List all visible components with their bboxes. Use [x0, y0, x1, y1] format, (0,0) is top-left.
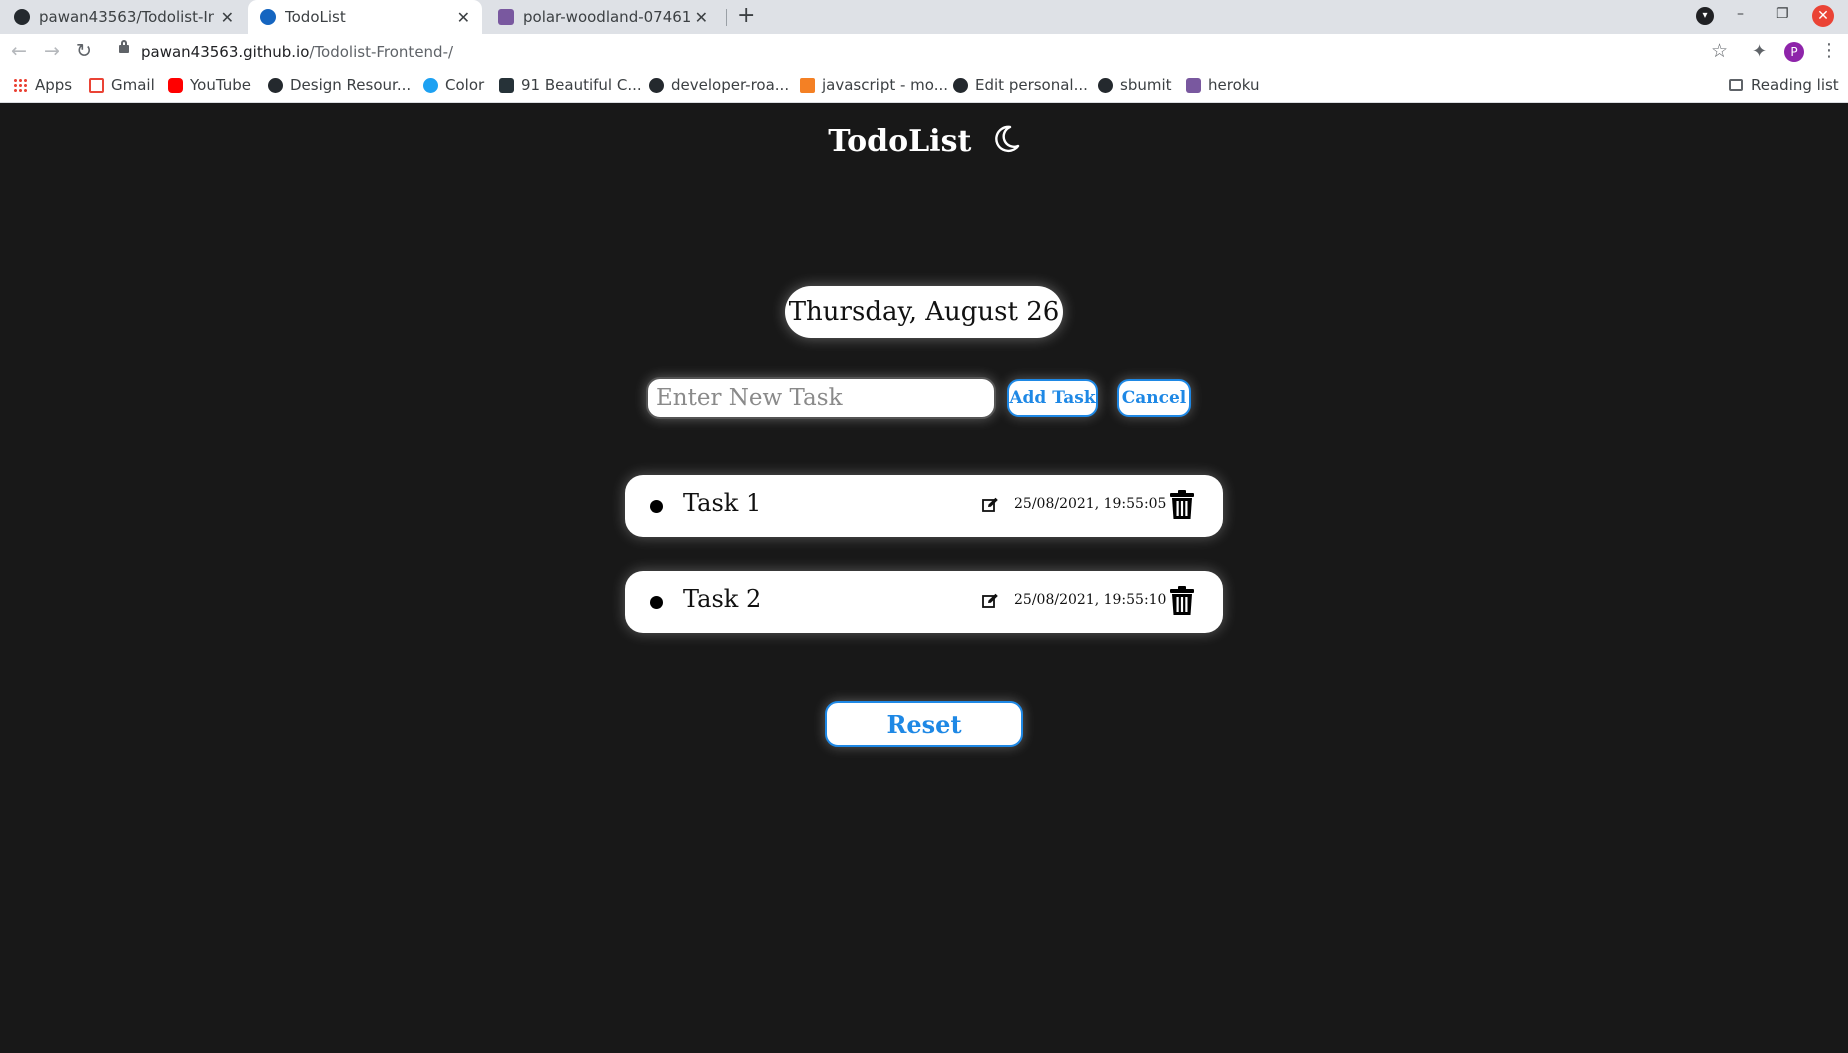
restore-icon[interactable]: ❐: [1776, 6, 1789, 22]
bookmark-91-beautiful[interactable]: 91 Beautiful C...: [499, 76, 642, 94]
tab-title: TodoList: [285, 8, 346, 26]
bookmark-label: Edit personal...: [975, 76, 1088, 94]
task-timestamp: 25/08/2021, 19:55:10: [1014, 592, 1167, 608]
edit-icon[interactable]: [982, 593, 999, 613]
app-title: TodoList: [828, 124, 972, 159]
bookmark-heroku[interactable]: heroku: [1186, 76, 1259, 94]
apps-icon: [13, 77, 28, 93]
stackoverflow-icon: [800, 77, 815, 93]
bookmark-label: Gmail: [111, 76, 155, 94]
bookmark-gmail[interactable]: Gmail: [89, 76, 155, 94]
bullet-icon: [650, 500, 663, 513]
task-timestamp: 25/08/2021, 19:55:05: [1014, 496, 1167, 512]
heroku-icon: [498, 9, 514, 25]
close-window-icon[interactable]: ✕: [1812, 5, 1834, 27]
tab-github-repo[interactable]: pawan43563/Todolist-Int ✕: [14, 0, 246, 34]
youtube-icon: [168, 77, 183, 93]
tab-title: polar-woodland-07461 · S: [523, 8, 693, 26]
close-tab-icon[interactable]: ✕: [221, 8, 234, 27]
site-icon: [260, 9, 276, 25]
bookmark-developer-roadmap[interactable]: developer-roa...: [649, 76, 789, 94]
todo-app: TodoList Thursday, August 26 Add Task Ca…: [0, 103, 1848, 1053]
minimize-icon[interactable]: –: [1737, 6, 1744, 22]
browser-tab-strip: pawan43563/Todolist-Int ✕ TodoList ✕ pol…: [0, 0, 1848, 34]
forward-icon[interactable]: →: [44, 40, 60, 62]
new-tab-button[interactable]: +: [737, 3, 755, 28]
twitter-icon: [423, 77, 438, 93]
profile-avatar[interactable]: P: [1784, 42, 1804, 62]
bookmark-label: sbumit: [1120, 76, 1172, 94]
close-tab-icon[interactable]: ✕: [457, 8, 470, 27]
app-header: TodoList: [0, 124, 1848, 162]
edit-icon[interactable]: [982, 497, 999, 517]
task-name: Task 2: [683, 585, 762, 613]
bookmarks-bar: Apps Gmail YouTube Design Resour... Colo…: [0, 70, 1848, 103]
moon-icon[interactable]: [992, 124, 1020, 162]
lock-icon[interactable]: [119, 40, 129, 53]
task-item: Task 1 25/08/2021, 19:55:05: [625, 475, 1223, 537]
bookmark-sbumit[interactable]: sbumit: [1098, 76, 1172, 94]
menu-icon[interactable]: ⋮: [1820, 40, 1838, 61]
address-bar[interactable]: pawan43563.github.io/Todolist-Frontend-/: [141, 43, 453, 61]
bookmark-label: heroku: [1208, 76, 1260, 94]
bookmark-label: Apps: [35, 76, 73, 94]
back-icon[interactable]: ←: [11, 40, 27, 62]
trash-icon[interactable]: [1169, 586, 1195, 620]
task-name: Task 1: [683, 489, 762, 517]
bookmark-icon: [499, 77, 514, 93]
github-icon: [14, 9, 30, 25]
url-domain: pawan43563.github.io: [141, 43, 310, 61]
gmail-icon: [89, 77, 104, 93]
github-icon: [953, 77, 968, 93]
bullet-icon: [650, 596, 663, 609]
reading-list-icon: [1729, 79, 1743, 91]
task-item: Task 2 25/08/2021, 19:55:10: [625, 571, 1223, 633]
reload-icon[interactable]: ↻: [76, 40, 92, 62]
reading-list-label: Reading list: [1751, 76, 1839, 94]
bookmark-label: developer-roa...: [671, 76, 790, 94]
add-task-button[interactable]: Add Task: [1007, 379, 1098, 417]
trash-icon[interactable]: [1169, 490, 1195, 524]
bookmark-label: javascript - mo...: [822, 76, 949, 94]
bookmark-color[interactable]: Color: [423, 76, 484, 94]
github-icon: [268, 77, 283, 93]
reading-list[interactable]: Reading list: [1729, 76, 1839, 94]
github-icon: [649, 77, 664, 93]
bookmark-design-resources[interactable]: Design Resour...: [268, 76, 411, 94]
tab-search-icon[interactable]: ▾: [1696, 7, 1714, 25]
bookmark-javascript[interactable]: javascript - mo...: [800, 76, 948, 94]
bookmark-star-icon[interactable]: ☆: [1711, 40, 1728, 62]
new-task-input[interactable]: [646, 377, 996, 419]
url-path: /Todolist-Frontend-/: [309, 43, 454, 61]
tab-heroku[interactable]: polar-woodland-07461 · S ✕: [498, 0, 720, 34]
bookmark-label: 91 Beautiful C...: [521, 76, 642, 94]
extensions-icon[interactable]: ✦: [1752, 41, 1767, 62]
reset-button[interactable]: Reset: [825, 701, 1023, 747]
bookmark-youtube[interactable]: YouTube: [168, 76, 251, 94]
tab-title: pawan43563/Todolist-Int: [39, 8, 214, 26]
close-tab-icon[interactable]: ✕: [695, 8, 708, 27]
bookmark-label: YouTube: [190, 76, 251, 94]
browser-toolbar: ← → ↻ pawan43563.github.io/Todolist-Fron…: [0, 34, 1848, 70]
github-icon: [1098, 77, 1113, 93]
tab-separator: [726, 9, 727, 26]
bookmark-label: Design Resour...: [290, 76, 412, 94]
tab-todolist[interactable]: TodoList ✕: [248, 0, 482, 34]
bookmark-edit-personal[interactable]: Edit personal...: [953, 76, 1088, 94]
bookmark-apps[interactable]: Apps: [13, 76, 72, 94]
date-display: Thursday, August 26: [785, 286, 1063, 338]
bookmark-label: Color: [445, 76, 485, 94]
cancel-button[interactable]: Cancel: [1117, 379, 1191, 417]
heroku-icon: [1186, 77, 1201, 93]
